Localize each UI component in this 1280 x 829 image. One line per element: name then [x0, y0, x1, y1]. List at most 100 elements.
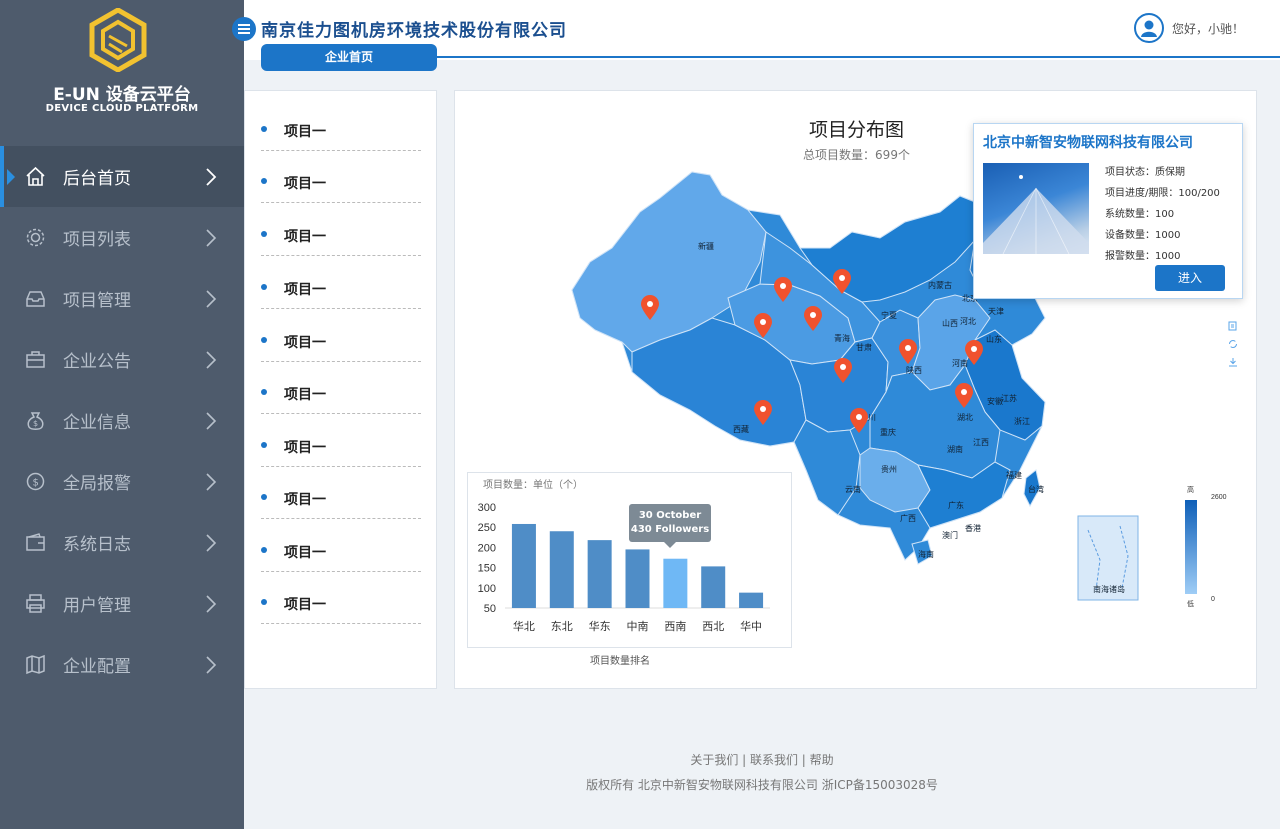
bullet-dot [261, 231, 267, 237]
chart-x-caption: 项目数量排名 [590, 656, 650, 667]
enter-button[interactable]: 进入 [1155, 265, 1225, 291]
sidebar-item-label: 用户管理 [63, 596, 131, 616]
sidebar-item-label: 全局报警 [63, 474, 131, 494]
user-greeting: 您好，小驰！ [1172, 22, 1245, 36]
project-list-item[interactable]: 项目一 [261, 572, 421, 624]
active-indicator [0, 146, 4, 207]
bullet-dot [261, 494, 267, 500]
map-icon [26, 654, 45, 675]
project-list-item[interactable]: 项目一 [261, 467, 421, 519]
sidebar-item-label: 企业配置 [63, 657, 131, 677]
project-name: 项目一 [284, 440, 326, 456]
project-name: 项目一 [284, 387, 326, 403]
home-icon [26, 166, 45, 186]
inbox-icon [26, 291, 45, 307]
bullet-dot [261, 126, 267, 132]
money-bag-icon: $ [27, 412, 44, 430]
svg-text:$: $ [33, 478, 39, 489]
chevron-right-icon [206, 656, 217, 674]
briefcase-icon [26, 351, 45, 368]
sidebar-nav: 后台首页 项目列表 项目管理 企业公告 $ 企业信息 $ 全局报警 系统日志 用… [0, 146, 244, 695]
chevron-right-icon [206, 595, 217, 613]
sidebar-item-label: 项目列表 [63, 230, 131, 250]
sidebar: E-UN 设备云平台 DEVICE CLOUD PLATFORM 后台首页 项目… [0, 0, 244, 829]
refresh-icon[interactable] [1228, 334, 1238, 348]
sidebar-item-home[interactable]: 后台首页 [0, 146, 244, 207]
chevron-right-icon [206, 168, 217, 186]
project-name: 项目一 [284, 124, 326, 140]
bullet-dot [261, 442, 267, 448]
tooltip-date: 30 October [638, 510, 702, 521]
tab-company-home[interactable]: 企业首页 [261, 44, 437, 71]
wallet-icon [26, 533, 45, 551]
building-photo [983, 175, 1089, 255]
coin-icon: $ [26, 472, 45, 491]
chevron-right-icon [206, 473, 217, 491]
menu-icon [238, 28, 250, 30]
chart-tooltip: 30 October 430 Followers [629, 504, 711, 548]
bullet-dot [261, 599, 267, 605]
chevron-right-icon [206, 412, 217, 430]
project-name: 项目一 [284, 335, 326, 351]
user-avatar[interactable] [1134, 13, 1164, 43]
user-icon [1141, 20, 1157, 37]
device-count: 设备数量：1000 [1105, 230, 1181, 241]
menu-icon [238, 24, 250, 26]
sidebar-item-project-manage[interactable]: 项目管理 [0, 268, 244, 329]
project-list-item[interactable]: 项目一 [261, 204, 421, 256]
sidebar-item-announcement[interactable]: 企业公告 [0, 329, 244, 390]
project-list-item[interactable]: 项目一 [261, 415, 421, 467]
project-name: 项目一 [284, 229, 326, 245]
bullet-dot [261, 547, 267, 553]
chevron-right-icon [206, 534, 217, 552]
bullet-dot [261, 284, 267, 290]
company-title: 南京佳力图机房环境技术股份有限公司 [261, 21, 567, 41]
project-list-item[interactable]: 项目一 [261, 310, 421, 362]
project-list-item[interactable]: 项目一 [261, 99, 421, 151]
sidebar-item-system-log[interactable]: 系统日志 [0, 512, 244, 573]
active-triangle-icon [7, 169, 15, 185]
project-popup-card: 北京中新智安物联网科技有限公司 项目状态：质保期 项目进度/期限：100/200… [973, 123, 1243, 299]
project-progress: 项目进度/期限：100/200 [1105, 188, 1220, 199]
project-list-item[interactable]: 项目一 [261, 257, 421, 309]
tab-underline [437, 56, 1280, 58]
chevron-right-icon [206, 229, 217, 247]
project-list-item[interactable]: 项目一 [261, 520, 421, 572]
sidebar-item-label: 企业信息 [63, 413, 131, 433]
project-name: 项目一 [284, 545, 326, 561]
project-list-panel: 项目一 项目一 项目一 项目一 项目一 项目一 项目一 项目一 项目一 项目一 [244, 90, 437, 689]
popup-company-name: 北京中新智安物联网科技有限公司 [983, 135, 1193, 151]
bullet-dot [261, 178, 267, 184]
printer-icon [26, 594, 45, 613]
sidebar-item-label: 企业公告 [63, 352, 131, 372]
svg-text:$: $ [33, 419, 38, 428]
sidebar-item-project-list[interactable]: 项目列表 [0, 207, 244, 268]
project-name: 项目一 [284, 597, 326, 613]
brand-subtitle: DEVICE CLOUD PLATFORM [45, 103, 199, 114]
project-name: 项目一 [284, 282, 326, 298]
sidebar-item-user-manage[interactable]: 用户管理 [0, 573, 244, 634]
sidebar-item-company-config[interactable]: 企业配置 [0, 634, 244, 695]
project-photo [983, 163, 1089, 255]
alarm-count: 报警数量：1000 [1105, 251, 1181, 262]
chevron-right-icon [206, 290, 217, 308]
sidebar-item-label: 后台首页 [63, 169, 131, 189]
bullet-dot [261, 337, 267, 343]
system-count: 系统数量：100 [1105, 209, 1175, 220]
brand-title: E-UN 设备云平台 [53, 85, 191, 105]
sidebar-item-company-info[interactable]: $ 企业信息 [0, 390, 244, 451]
project-list-item[interactable]: 项目一 [261, 362, 421, 414]
footer-links[interactable]: 关于我们 | 联系我们 | 帮助 [244, 751, 1280, 768]
menu-icon [238, 32, 250, 34]
logo: E-UN 设备云平台 DEVICE CLOUD PLATFORM [0, 0, 244, 145]
download-icon[interactable] [1228, 352, 1238, 367]
data-view-icon[interactable] [1228, 316, 1238, 331]
menu-toggle-button[interactable] [232, 17, 256, 41]
project-list-item[interactable]: 项目一 [261, 151, 421, 203]
logo-cube-icon [89, 8, 147, 72]
footer-copyright: 版权所有 北京中新智安物联网科技有限公司 浙ICP备15003028号 [586, 778, 938, 792]
sidebar-item-global-alarm[interactable]: $ 全局报警 [0, 451, 244, 512]
sidebar-item-label: 系统日志 [63, 535, 131, 555]
sidebar-item-label: 项目管理 [63, 291, 131, 311]
project-name: 项目一 [284, 492, 326, 508]
